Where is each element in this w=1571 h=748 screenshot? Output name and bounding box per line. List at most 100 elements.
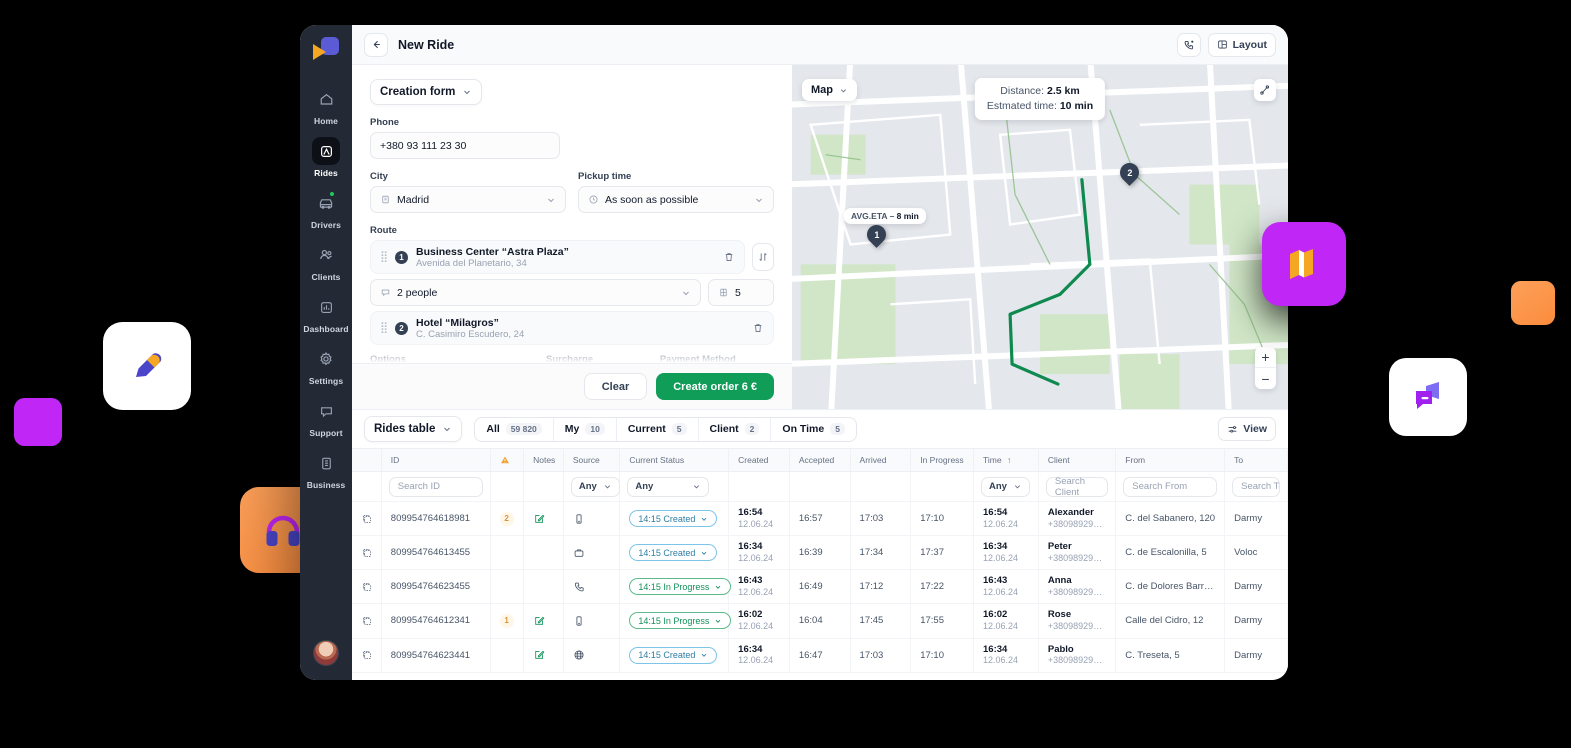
status-cell[interactable]: 14:15 In Progress [619, 569, 732, 605]
layout-button[interactable]: Layout [1207, 32, 1276, 57]
th-id[interactable]: ID [381, 448, 491, 472]
eta-line: Estmated time: 10 min [987, 99, 1093, 114]
table-row[interactable]: 809954764613455 14:15 Created 16:34 12.06… [352, 535, 1288, 571]
notes-cell[interactable] [523, 638, 564, 673]
tab-client[interactable]: Client 2 [699, 417, 772, 441]
sidebar-item-dashboard[interactable]: Dashboard [300, 293, 352, 334]
tab-current[interactable]: Current 5 [617, 417, 699, 441]
delete-stop-1-button[interactable] [723, 251, 735, 263]
th-client[interactable]: Client [1038, 448, 1117, 472]
avg-eta-value: 8 min [896, 211, 919, 221]
back-button[interactable] [364, 32, 388, 57]
sidebar-item-settings[interactable]: Settings [300, 345, 352, 386]
creation-form-selector[interactable]: Creation form [370, 79, 483, 105]
table-row[interactable]: 809954764623441 14:15 Created 16:34 12.06… [352, 638, 1288, 673]
tab-my[interactable]: My 10 [554, 417, 617, 441]
chevron-down-icon [716, 619, 721, 623]
flat-number-input[interactable]: 5 [708, 279, 774, 306]
copy-icon[interactable] [361, 581, 372, 593]
orange-square-icon[interactable] [1511, 281, 1555, 325]
search-id-input[interactable]: Search ID [388, 476, 483, 497]
clear-button[interactable]: Clear [583, 373, 648, 400]
th-notes[interactable]: Notes [523, 448, 564, 472]
status-cell[interactable]: 14:15 Created [619, 638, 730, 673]
sidebar-item-business[interactable]: Business [300, 449, 352, 490]
rides-table-selector[interactable]: Rides table [364, 416, 463, 442]
chat-app-icon[interactable] [1389, 358, 1467, 436]
drag-handle-icon[interactable]: ⣿ [380, 252, 388, 263]
pen-app-icon[interactable] [103, 322, 191, 410]
in-progress-cell: 17:55 [910, 603, 974, 639]
search-to-input[interactable]: Search To [1232, 476, 1280, 497]
th-from[interactable]: From [1115, 448, 1226, 472]
status-cell[interactable]: 14:15 Created [619, 535, 730, 571]
th-created[interactable]: Created [728, 448, 790, 472]
drag-handle-icon[interactable]: ⣿ [380, 323, 388, 334]
status-cell[interactable]: 14:15 Created [619, 501, 730, 537]
chart-icon [312, 293, 340, 321]
city-select[interactable]: Madrid [370, 186, 566, 213]
th-time-label: Time [983, 455, 1002, 465]
zoom-out-button[interactable]: − [1255, 368, 1276, 389]
pickup-time-select[interactable]: As soon as possible [578, 186, 774, 213]
sidebar-item-support[interactable]: Support [300, 397, 352, 438]
sidebar-item-rides[interactable]: Rides [300, 137, 352, 178]
phone-call-button[interactable] [1176, 32, 1201, 57]
th-current-status[interactable]: Current Status [619, 448, 730, 472]
table-row[interactable]: 809954764612341 1 14:15 In Progress 16:0… [352, 603, 1288, 639]
zoom-in-button[interactable]: + [1255, 347, 1276, 368]
th-time[interactable]: Time ↑ [973, 448, 1039, 472]
sidebar-item-drivers[interactable]: Drivers [300, 189, 352, 230]
avatar[interactable] [313, 640, 339, 666]
map-app-icon[interactable] [1262, 222, 1346, 306]
th-to[interactable]: To [1224, 448, 1288, 472]
copy-icon[interactable] [361, 547, 372, 559]
purple-square-icon[interactable] [14, 398, 62, 446]
route-stop-2[interactable]: ⣿ 2 Hotel “Milagros” C. Casimiro Escuder… [370, 311, 774, 345]
map-panel[interactable]: Map Distance: 2.5 km Estmated time: 10 m… [792, 65, 1288, 409]
status-cell[interactable]: 14:15 In Progress [619, 603, 732, 639]
tab-all[interactable]: All 59 820 [475, 417, 554, 441]
map-layers-button[interactable] [1254, 79, 1276, 101]
view-settings-button[interactable]: View [1218, 417, 1276, 441]
arrived-cell: 17:03 [850, 638, 912, 673]
notes-cell[interactable] [523, 501, 564, 537]
th-arrived[interactable]: Arrived [850, 448, 912, 472]
sidebar-item-clients[interactable]: Clients [300, 241, 352, 282]
passengers-select[interactable]: 2 people [370, 279, 701, 306]
notes-cell[interactable] [523, 603, 564, 639]
table-row[interactable]: 809954764623455 14:15 In Progress 16:43 1… [352, 569, 1288, 605]
delete-stop-2-button[interactable] [752, 322, 764, 334]
status-pill[interactable]: 14:15 Created [629, 510, 718, 528]
phone-input[interactable]: +380 93 111 23 30 [370, 132, 560, 159]
th-source[interactable]: Source [563, 448, 621, 472]
status-pill[interactable]: 14:15 Created [629, 544, 718, 562]
status-pill[interactable]: 14:15 In Progress [629, 578, 732, 596]
tab-on-time[interactable]: On Time 5 [771, 418, 856, 441]
status-filter-select[interactable]: Any [627, 476, 710, 497]
table-row[interactable]: 809954764618981 2 14:15 Created 16:54 12.… [352, 501, 1288, 537]
map-type-selector[interactable]: Map [802, 79, 857, 101]
route-stop-1[interactable]: ⣿ 1 Business Center “Astra Plaza” Avenid… [370, 240, 745, 274]
copy-icon[interactable] [361, 615, 372, 627]
status-pill[interactable]: 14:15 Created [629, 646, 718, 664]
create-order-button[interactable]: Create order 6 € [656, 373, 774, 400]
source-filter-select[interactable]: Any [570, 476, 620, 497]
time-filter-select[interactable]: Any [981, 476, 1030, 497]
th-in-progress[interactable]: In Progress [910, 448, 974, 472]
note-edit-icon[interactable] [533, 649, 554, 661]
copy-icon[interactable] [361, 649, 372, 661]
status-pill[interactable]: 14:15 In Progress [629, 612, 732, 630]
th-accepted[interactable]: Accepted [789, 448, 851, 472]
pickup-time-value: As soon as possible [605, 193, 699, 206]
client-name: Anna [1047, 575, 1072, 587]
note-edit-icon[interactable] [533, 615, 554, 627]
search-from-input[interactable]: Search From [1123, 476, 1218, 497]
copy-icon[interactable] [361, 513, 372, 525]
route-settings-icon [1260, 85, 1270, 95]
note-edit-icon[interactable] [533, 513, 554, 525]
sidebar-item-home[interactable]: Home [300, 85, 352, 126]
swap-stops-button[interactable] [752, 243, 774, 271]
search-client-input[interactable]: Search Client [1045, 476, 1109, 498]
accepted-cell: 16:49 [789, 569, 851, 605]
